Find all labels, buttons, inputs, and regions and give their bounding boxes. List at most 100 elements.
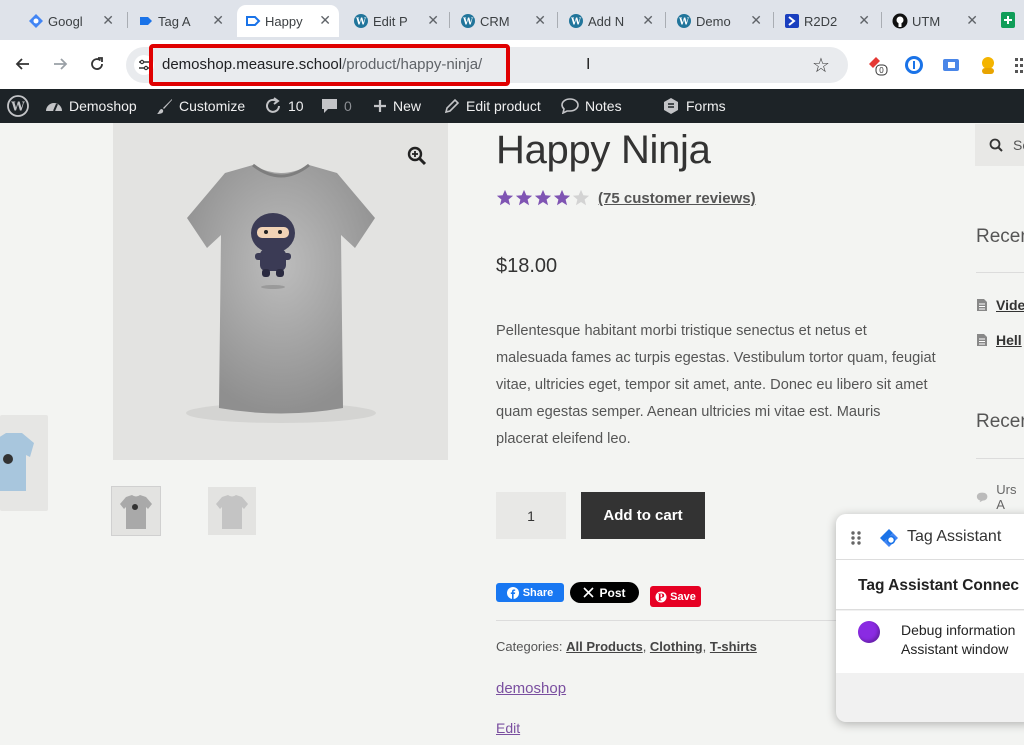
- debug-info-line1: Debug information: [901, 622, 1016, 638]
- product-main-image[interactable]: [113, 123, 448, 460]
- extension-gtm-icon[interactable]: 0: [866, 54, 888, 76]
- svg-text:W: W: [355, 18, 367, 28]
- wordpress-logo-button[interactable]: W: [7, 89, 29, 123]
- dashboard-gauge-icon: [46, 103, 62, 112]
- url-text[interactable]: demoshop.measure.school/product/happy-ni…: [162, 56, 482, 73]
- product-price: $18.00: [496, 255, 558, 277]
- adminbar-customize[interactable]: Customize: [156, 89, 245, 123]
- updates-count: 10: [288, 98, 304, 114]
- adminbar-comments[interactable]: 0: [321, 89, 352, 123]
- adminbar-forms[interactable]: Forms: [662, 89, 726, 123]
- recent-post-link[interactable]: Hell: [976, 332, 1022, 348]
- category-link-t-shirts[interactable]: T-shirts: [710, 639, 757, 654]
- svg-text:W: W: [462, 18, 474, 28]
- star-filled-icon: [496, 189, 514, 206]
- drag-handle-icon[interactable]: [850, 530, 862, 546]
- svg-text:W: W: [678, 18, 690, 28]
- document-icon: [977, 334, 987, 346]
- edit-product-label: Edit product: [466, 98, 541, 114]
- zoom-magnifier-icon[interactable]: [407, 146, 427, 166]
- tag-assistant-connected-text: Tag Assistant Connec: [858, 577, 1020, 594]
- extensions-menu-icon[interactable]: [1014, 54, 1024, 76]
- tag-assistant-header: Tag Assistant: [836, 514, 1024, 560]
- tab-happy-ninja[interactable]: Happy ✕: [237, 5, 339, 37]
- adminbar-new[interactable]: New: [373, 89, 421, 123]
- close-tab-icon[interactable]: ✕: [102, 12, 114, 29]
- add-to-cart-button[interactable]: Add to cart: [581, 492, 705, 539]
- github-icon: [892, 13, 908, 29]
- document-icon: [977, 299, 987, 311]
- tab-crm[interactable]: W CRM ✕: [452, 5, 554, 37]
- previous-product-thumbnail[interactable]: [0, 415, 48, 511]
- url-path: /product/happy-ninja/: [342, 56, 483, 73]
- notes-bubble-icon: [561, 98, 579, 114]
- url-domain: demoshop.measure.school: [162, 56, 343, 73]
- wordpress-icon: W: [461, 14, 475, 28]
- comments-count: 0: [344, 98, 352, 114]
- reload-button[interactable]: [85, 52, 109, 76]
- tag-assistant-title: Tag Assistant: [907, 528, 1002, 545]
- close-tab-icon[interactable]: ✕: [642, 12, 654, 29]
- recent-posts-heading: Recen: [976, 226, 1024, 247]
- tab-edit-page[interactable]: W Edit P ✕: [345, 5, 447, 37]
- tab-demo[interactable]: W Demo ✕: [668, 5, 770, 37]
- close-tab-icon[interactable]: ✕: [534, 12, 546, 29]
- tab-utm[interactable]: UTM ✕: [884, 5, 986, 37]
- close-tab-icon[interactable]: ✕: [212, 12, 224, 29]
- close-tab-icon[interactable]: ✕: [858, 12, 870, 29]
- svg-text:P: P: [658, 593, 665, 603]
- quantity-input[interactable]: 1: [496, 492, 566, 539]
- close-tab-icon[interactable]: ✕: [319, 12, 331, 29]
- facebook-share-button[interactable]: Share: [496, 583, 564, 602]
- tab-r2d2[interactable]: R2D2 ✕: [776, 5, 878, 37]
- back-arrow-icon: [15, 58, 29, 70]
- back-button[interactable]: [11, 52, 35, 76]
- bookmark-star-icon[interactable]: ☆: [812, 53, 830, 78]
- recent-post-link[interactable]: Vide: [976, 297, 1024, 313]
- debug-info-text: Debug information Assistant window: [901, 621, 1015, 659]
- pinterest-save-button[interactable]: P Save: [650, 586, 701, 607]
- close-tab-icon[interactable]: ✕: [966, 12, 978, 29]
- adminbar-edit-product[interactable]: Edit product: [444, 89, 541, 123]
- brand-link[interactable]: demoshop: [496, 680, 566, 697]
- google-sheets-icon[interactable]: [1000, 12, 1016, 28]
- tab-add-new[interactable]: W Add N ✕: [560, 5, 662, 37]
- close-tab-icon[interactable]: ✕: [427, 12, 439, 29]
- extension-avatar-icon[interactable]: [977, 54, 999, 76]
- x-post-button[interactable]: Post: [570, 582, 639, 603]
- new-label: New: [393, 98, 422, 114]
- tshirt-back-thumb: [216, 495, 248, 529]
- customize-label: Customize: [179, 98, 246, 114]
- tab-title: UTM: [912, 13, 941, 29]
- tab-separator: [127, 12, 128, 28]
- category-link-all-products[interactable]: All Products: [566, 639, 643, 654]
- address-bar[interactable]: demoshop.measure.school/product/happy-ni…: [126, 44, 848, 86]
- happy-ninja-tshirt-image: [186, 163, 376, 423]
- tab-title: Tag A: [158, 13, 191, 29]
- extension-badge: 0: [879, 66, 884, 75]
- category-link-clothing[interactable]: Clothing: [650, 639, 703, 654]
- wordpress-icon: W: [7, 95, 29, 117]
- wordpress-icon: W: [677, 14, 691, 28]
- wp-admin-bar: W Demoshop Customize 10 0 New Edit produ…: [0, 89, 1024, 123]
- adminbar-site-name[interactable]: Demoshop: [45, 89, 137, 123]
- x-logo-icon: [583, 587, 595, 598]
- tshirt-front-thumb: [120, 495, 152, 529]
- forward-button[interactable]: [48, 52, 72, 76]
- edit-link[interactable]: Edit: [496, 720, 520, 736]
- tab-tag-assistant[interactable]: Tag A ✕: [130, 5, 232, 37]
- pencil-icon: [444, 98, 460, 114]
- close-tab-icon[interactable]: ✕: [750, 12, 762, 29]
- tab-google-tag-manager[interactable]: Googl ✕: [20, 5, 122, 37]
- product-thumbnail-back[interactable]: [208, 487, 256, 535]
- adminbar-updates[interactable]: 10: [264, 89, 304, 123]
- sidebar-search-field[interactable]: Se: [975, 124, 1024, 166]
- product-thumbnail-front[interactable]: [111, 486, 161, 536]
- sidebar-rule: [976, 458, 1024, 459]
- extension-password-icon[interactable]: [903, 54, 925, 76]
- forward-arrow-icon: [54, 58, 68, 70]
- customer-reviews-link[interactable]: (75 customer reviews): [598, 190, 756, 207]
- tag-assistant-connected-row: Tag Assistant Connec: [836, 560, 1024, 610]
- extension-tag-icon[interactable]: [940, 54, 962, 76]
- adminbar-notes[interactable]: Notes: [561, 89, 622, 123]
